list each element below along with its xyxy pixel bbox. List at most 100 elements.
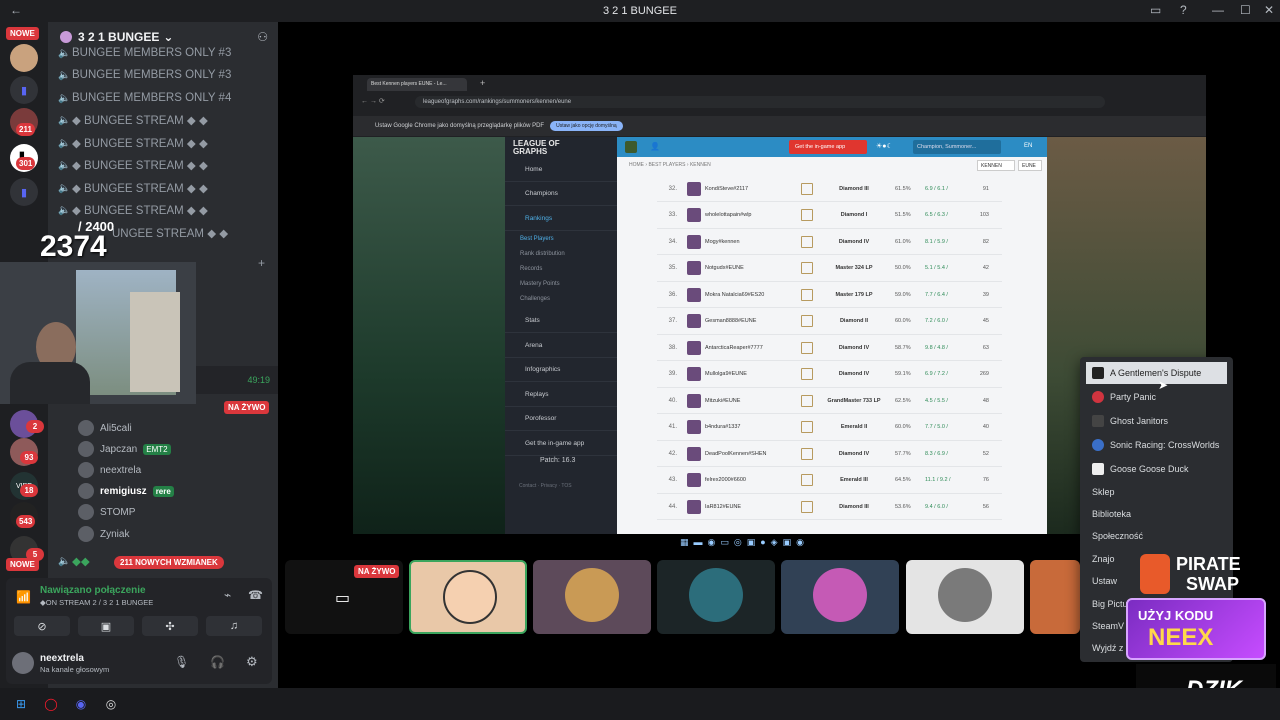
headphones-icon[interactable]: 🎧 (210, 655, 225, 669)
noise-suppression-icon[interactable]: ⌁ (224, 588, 231, 602)
infobar-button[interactable]: Ustaw jako opcję domyślną (550, 121, 623, 131)
voice-channel[interactable]: UNGEE STREAM ◆ ◆ (112, 223, 228, 243)
disconnect-icon[interactable]: ☎ (248, 588, 263, 602)
subnav-mastery[interactable]: Mastery Points (520, 281, 560, 287)
menu-library[interactable]: Biblioteka (1086, 503, 1227, 525)
log-logo[interactable]: LEAGUE OF GRAPHS (513, 140, 573, 156)
add-member-icon[interactable]: ⚇ (257, 30, 268, 44)
user-avatar[interactable] (12, 652, 34, 674)
nav-porofessor[interactable]: Porofessor (505, 407, 617, 431)
participant-tile[interactable] (781, 560, 899, 634)
table-row[interactable]: 43. felrex2000#6600 Emerald III 64.5% 11.1 /… (657, 468, 1002, 494)
table-row[interactable]: 33. wholelottapain#wlp Diamond I 51.5% 6.5 /… (657, 203, 1002, 229)
nav-rankings[interactable]: Rankings (505, 207, 617, 231)
camera-off-button[interactable]: ⊘ (14, 616, 70, 636)
nav-home[interactable]: Home (505, 158, 617, 182)
voice-channel[interactable]: 🔈 ◆◆ (58, 551, 90, 571)
voice-channel[interactable]: 🔈 ◆ BUNGEE STREAM ◆ ◆ (58, 133, 208, 153)
table-row[interactable]: 34. Mogy#kennen Diamond IV 61.0% 8.1 / 5.9 /… (657, 229, 1002, 255)
theme-toggle-icon[interactable]: ☀●☾ (876, 142, 893, 150)
voice-user[interactable]: Japczan EMT2 (78, 439, 171, 459)
share-screen-button[interactable]: ▣ (78, 616, 134, 636)
person-icon[interactable]: 👤 (650, 142, 660, 151)
table-row[interactable]: 40. Mitzuki#EUNE GrandMaster 733 LP 62.5% 4.… (657, 388, 1002, 414)
minimize-button[interactable]: — (1212, 3, 1224, 17)
region-filter[interactable]: EUNE (1018, 160, 1042, 171)
folder-icon[interactable]: ▮ (10, 178, 38, 206)
breadcrumb[interactable]: HOME › BEST PLAYERS › KENNEN (629, 162, 711, 168)
subnav-records[interactable]: Records (520, 266, 542, 272)
voice-channel[interactable]: 🔈 ◆ BUNGEE STREAM ◆ ◆ (58, 110, 208, 130)
language-select[interactable]: EN (1024, 143, 1032, 149)
activities-button[interactable]: ✣ (142, 616, 198, 636)
table-row[interactable]: 38. AntarcticaReaper#7777 Diamond IV 58.7% 9… (657, 335, 1002, 361)
table-row[interactable]: 41. b4ndura#1337 Emerald II 60.0% 7.7 / 5.0 … (657, 415, 1002, 441)
menu-community[interactable]: Społeczność (1086, 525, 1227, 547)
nav-replays[interactable]: Replays (505, 383, 617, 407)
maximize-button[interactable]: ☐ (1240, 3, 1251, 17)
voice-user[interactable]: Zyniak (78, 524, 129, 544)
browser-tab[interactable]: Best Kennen players EUNE - Le... (367, 78, 467, 91)
subnav-rank-distribution[interactable]: Rank distribution (520, 251, 565, 257)
address-bar[interactable]: leagueofgraphs.com/rankings/summoners/ke… (415, 96, 1105, 108)
table-row[interactable]: 35. Notgudx#EUNE Master 324 LP 50.0% 5.1 / 5… (657, 256, 1002, 282)
participant-tile[interactable] (657, 560, 775, 634)
participant-tile[interactable] (409, 560, 527, 634)
server-icon-1[interactable] (10, 44, 38, 72)
table-row[interactable]: 44. IaR812#EUNE Diamond III 53.6% 9.4 / 6.0 … (657, 494, 1002, 520)
help-icon[interactable]: ? (1180, 3, 1187, 17)
nav-arrows-icon[interactable]: ← → ⟳ (361, 97, 385, 105)
new-tab-icon[interactable]: + (480, 78, 485, 88)
menu-game-item[interactable]: Party Panic (1086, 386, 1227, 408)
subnav-challenges[interactable]: Challenges (520, 296, 550, 302)
participant-tile[interactable] (906, 560, 1024, 634)
voice-channel[interactable]: 🔈 ◆ BUNGEE STREAM ◆ ◆ (58, 200, 208, 220)
menu-game-item[interactable]: Goose Goose Duck (1086, 458, 1227, 480)
champion-filter[interactable]: KENNEN (977, 160, 1015, 171)
microphone-icon[interactable]: 🎙 (174, 655, 189, 669)
menu-store[interactable]: Sklep (1086, 481, 1227, 503)
voice-user[interactable]: Ali5cali (78, 418, 132, 438)
voice-user[interactable]: STOMP (78, 502, 135, 522)
voice-user[interactable]: neextrela (78, 460, 141, 480)
settings-gear-icon[interactable]: ⚙ (246, 654, 258, 670)
close-button[interactable]: ✕ (1264, 3, 1274, 17)
app-icon[interactable]: ◎ (101, 694, 121, 714)
nav-stats[interactable]: Stats (505, 309, 617, 333)
screen-icon[interactable]: ▭ (1150, 3, 1161, 17)
get-app-button[interactable]: Get the in-game app (789, 140, 867, 154)
participant-tile[interactable] (1030, 560, 1080, 634)
search-input[interactable]: Champion, Summoner... (913, 140, 1001, 154)
back-arrow-icon[interactable]: ← (10, 3, 22, 17)
nav-get-app[interactable]: Get the in-game app (505, 432, 617, 456)
voice-user[interactable]: remigiusz rere (78, 481, 174, 501)
subnav-best-players[interactable]: Best Players (520, 236, 554, 242)
connection-channel[interactable]: ◆ON STREAM 2 / 3 2 1 BUNGEE (40, 598, 153, 607)
menu-game-item[interactable]: A Gentlemen's Dispute (1086, 362, 1227, 384)
nav-champions[interactable]: Champions (505, 182, 617, 206)
table-row[interactable]: 37. Gesman8888#EUNE Diamond II 60.0% 7.2 / 6… (657, 309, 1002, 335)
table-row[interactable]: 39. Mullolga9#EUNE Diamond IV 59.1% 6.9 / 7.… (657, 362, 1002, 388)
discord-icon[interactable]: ◉ (71, 694, 91, 714)
nav-arena[interactable]: Arena (505, 334, 617, 358)
voice-channel[interactable]: 🔈 ◆ BUNGEE STREAM ◆ ◆ (58, 155, 208, 175)
table-row[interactable]: 42. DeadPoolKennen#SHEN Diamond IV 57.7% 8.3… (657, 441, 1002, 467)
add-channel-icon[interactable]: + (258, 256, 265, 270)
nav-infographics[interactable]: Infographics (505, 358, 617, 382)
voice-channel[interactable]: 🔈 BUNGEE MEMBERS ONLY #4 (58, 88, 231, 108)
menu-game-item[interactable]: Sonic Racing: CrossWorlds (1086, 434, 1227, 456)
voice-channel[interactable]: 🔈 ◆ BUNGEE STREAM ◆ ◆ (58, 178, 208, 198)
opera-icon[interactable]: ◯ (41, 694, 61, 714)
menu-game-item[interactable]: Ghost Janitors (1086, 410, 1227, 432)
voice-channel[interactable]: 🔈 BUNGEE MEMBERS ONLY #3 (58, 65, 231, 85)
voice-channel[interactable]: 🔈 BUNGEE MEMBERS ONLY #3 (58, 43, 231, 63)
windows-start-icon[interactable]: ⊞ (11, 694, 31, 714)
folder-icon[interactable]: ▮ (10, 76, 38, 104)
table-row[interactable]: 36. Mokra Natalcia69#ES20 Master 179 LP 59.… (657, 282, 1002, 308)
participant-tile[interactable] (533, 560, 651, 634)
champion-icon[interactable] (625, 141, 637, 153)
table-row[interactable]: 32. KondiSteve#2117 Diamond III 61.5% 6.9 / … (657, 176, 1002, 202)
soundboard-button[interactable]: ♫ (206, 616, 262, 636)
footer-links[interactable]: Contact · Privacy · TOS (519, 483, 572, 489)
mentions-pill[interactable]: 211 NOWYCH WZMIANEK (114, 556, 224, 569)
